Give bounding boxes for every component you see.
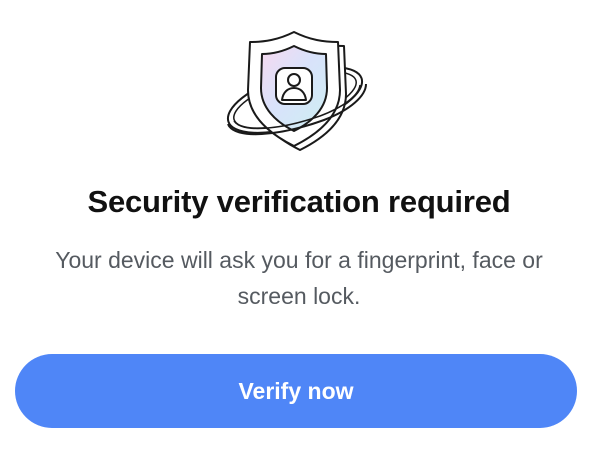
dialog-message: Your device will ask you for a fingerpri… bbox=[55, 247, 543, 309]
verify-now-button[interactable]: Verify now bbox=[15, 354, 577, 428]
shield-user-orbit-icon bbox=[220, 24, 370, 158]
security-verification-dialog: Security verification required Your devi… bbox=[0, 0, 598, 454]
dialog-title: Security verification required bbox=[87, 184, 511, 219]
